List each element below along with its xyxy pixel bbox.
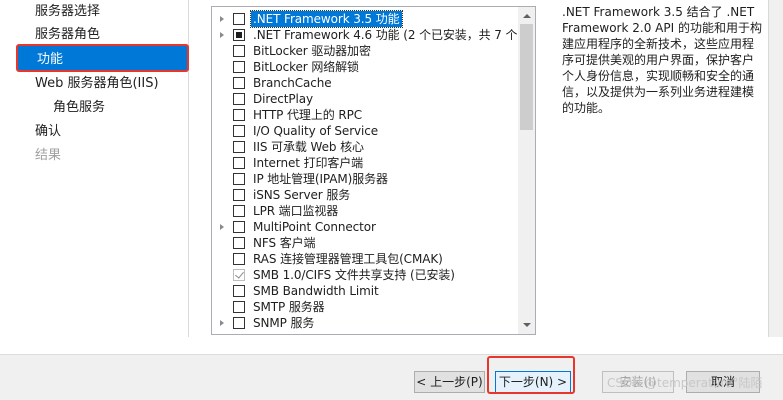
feature-row[interactable]: HTTP 代理上的 RPC bbox=[212, 107, 518, 123]
wizard-navigation: 服务器选择 服务器角色 功能 Web 服务器角色(IIS) 角色服务 确认 结果 bbox=[0, 0, 189, 337]
feature-checkbox[interactable] bbox=[233, 173, 245, 185]
feature-label[interactable]: BranchCache bbox=[253, 75, 332, 91]
expand-arrow-icon[interactable] bbox=[218, 219, 226, 235]
feature-row[interactable]: I/O Quality of Service bbox=[212, 123, 518, 139]
scroll-up-icon[interactable] bbox=[518, 7, 535, 24]
feature-checkbox[interactable] bbox=[233, 125, 245, 137]
feature-checkbox[interactable] bbox=[233, 317, 245, 329]
feature-checkbox[interactable] bbox=[233, 45, 245, 57]
feature-row[interactable]: SMB Bandwidth Limit bbox=[212, 283, 518, 299]
feature-row[interactable]: SNMP 服务 bbox=[212, 315, 518, 331]
feature-checkbox[interactable] bbox=[233, 221, 245, 233]
feature-row[interactable]: Internet 打印客户端 bbox=[212, 155, 518, 171]
feature-checkbox[interactable] bbox=[233, 253, 245, 265]
feature-label[interactable]: iSNS Server 服务 bbox=[253, 187, 350, 203]
nav-item-server-selection[interactable]: 服务器选择 bbox=[35, 0, 100, 24]
description-scrollbar[interactable] bbox=[768, 0, 783, 337]
feature-row[interactable]: iSNS Server 服务 bbox=[212, 187, 518, 203]
feature-label[interactable]: DirectPlay bbox=[253, 91, 313, 107]
feature-row[interactable]: NFS 客户端 bbox=[212, 235, 518, 251]
feature-checkbox[interactable] bbox=[233, 205, 245, 217]
feature-label[interactable]: HTTP 代理上的 RPC bbox=[253, 107, 362, 123]
feature-label[interactable]: NFS 客户端 bbox=[253, 235, 316, 251]
feature-row[interactable]: IIS 可承载 Web 核心 bbox=[212, 139, 518, 155]
feature-checkbox[interactable] bbox=[233, 285, 245, 297]
feature-checkbox[interactable] bbox=[233, 157, 245, 169]
feature-row[interactable]: MultiPoint Connector bbox=[212, 219, 518, 235]
feature-label[interactable]: IP 地址管理(IPAM)服务器 bbox=[253, 171, 388, 187]
feature-label[interactable]: IIS 可承载 Web 核心 bbox=[253, 139, 364, 155]
feature-row[interactable]: SMB 1.0/CIFS 文件共享支持 (已安装) bbox=[212, 267, 518, 283]
feature-row[interactable]: DirectPlay bbox=[212, 91, 518, 107]
vertical-scrollbar[interactable] bbox=[518, 7, 535, 334]
nav-item-confirmation[interactable]: 确认 bbox=[35, 120, 61, 144]
feature-checkbox[interactable] bbox=[233, 189, 245, 201]
feature-row[interactable]: BitLocker 驱动器加密 bbox=[212, 43, 518, 59]
feature-label[interactable]: SMB Bandwidth Limit bbox=[253, 283, 379, 299]
scroll-thumb[interactable] bbox=[520, 24, 533, 130]
feature-checkbox[interactable] bbox=[233, 237, 245, 249]
expand-arrow-icon[interactable] bbox=[218, 11, 226, 27]
feature-checkbox[interactable] bbox=[233, 301, 245, 313]
expand-arrow-icon[interactable] bbox=[218, 27, 226, 43]
feature-row[interactable]: .NET Framework 4.6 功能 (2 个已安装，共 7 个) bbox=[212, 27, 522, 43]
feature-label[interactable]: SMTP 服务器 bbox=[253, 299, 325, 315]
feature-label[interactable]: .NET Framework 3.5 功能 bbox=[250, 10, 403, 28]
nav-item-role-services[interactable]: 角色服务 bbox=[53, 96, 105, 120]
scroll-down-icon[interactable] bbox=[518, 317, 535, 334]
feature-label[interactable]: RAS 连接管理器管理工具包(CMAK) bbox=[253, 251, 443, 267]
feature-checkbox[interactable] bbox=[233, 61, 245, 73]
feature-checkbox[interactable] bbox=[233, 13, 245, 25]
feature-label[interactable]: I/O Quality of Service bbox=[253, 123, 378, 139]
feature-checkbox[interactable] bbox=[233, 141, 245, 153]
feature-row[interactable]: BitLocker 网络解锁 bbox=[212, 59, 518, 75]
feature-checkbox[interactable] bbox=[233, 109, 245, 121]
feature-row[interactable]: LPR 端口监视器 bbox=[212, 203, 518, 219]
feature-label[interactable]: BitLocker 网络解锁 bbox=[253, 59, 359, 75]
expand-arrow-icon[interactable] bbox=[218, 315, 226, 331]
features-tree-list[interactable]: .NET Framework 3.5 功能 .NET Framework 4.6 … bbox=[211, 6, 536, 335]
feature-label[interactable]: .NET Framework 4.6 功能 (2 个已安装，共 7 个) bbox=[253, 27, 522, 43]
feature-label[interactable]: SMB 1.0/CIFS 文件共享支持 (已安装) bbox=[253, 267, 455, 283]
nav-item-results: 结果 bbox=[35, 148, 62, 163]
previous-button[interactable]: < 上一步(P) bbox=[414, 371, 485, 393]
watermark: CSDN @temperature°陆陌 bbox=[607, 376, 763, 390]
nav-item-web-server-role[interactable]: Web 服务器角色(IIS) bbox=[35, 72, 159, 96]
feature-row[interactable]: BranchCache bbox=[212, 75, 518, 91]
feature-row[interactable]: SMTP 服务器 bbox=[212, 299, 518, 315]
feature-checkbox[interactable] bbox=[233, 29, 245, 41]
feature-label[interactable]: BitLocker 驱动器加密 bbox=[253, 43, 371, 59]
feature-label[interactable]: MultiPoint Connector bbox=[253, 219, 376, 235]
feature-checkbox[interactable] bbox=[233, 77, 245, 89]
feature-checkbox[interactable] bbox=[233, 93, 245, 105]
next-button-annotation-box bbox=[487, 356, 575, 394]
feature-label[interactable]: Internet 打印客户端 bbox=[253, 155, 363, 171]
feature-label[interactable]: SNMP 服务 bbox=[253, 315, 314, 331]
feature-checkbox bbox=[233, 269, 245, 281]
feature-label[interactable]: LPR 端口监视器 bbox=[253, 203, 338, 219]
feature-row[interactable]: .NET Framework 3.5 功能 bbox=[212, 10, 518, 28]
feature-row[interactable]: IP 地址管理(IPAM)服务器 bbox=[212, 171, 518, 187]
feature-row[interactable]: RAS 连接管理器管理工具包(CMAK) bbox=[212, 251, 518, 267]
feature-description: .NET Framework 3.5 结合了 .NET Framework 2.… bbox=[562, 5, 762, 115]
nav-item-features[interactable]: 功能 bbox=[16, 44, 189, 72]
